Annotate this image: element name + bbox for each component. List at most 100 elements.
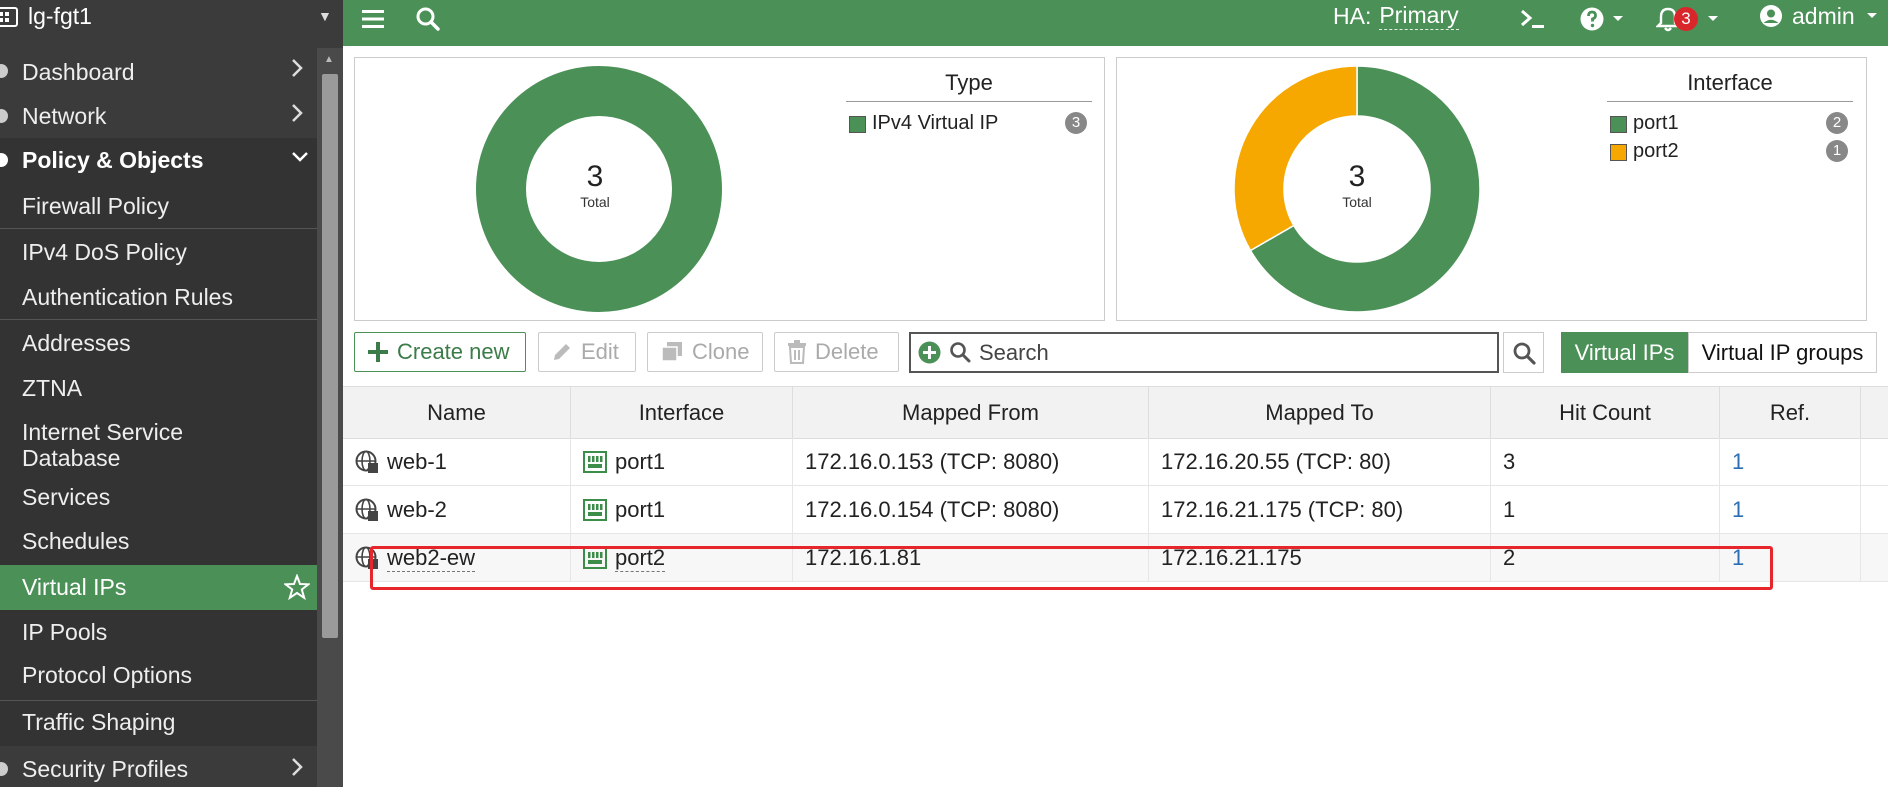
vip-name: web-1 bbox=[387, 449, 447, 474]
sidebar-item-addresses[interactable]: Addresses bbox=[0, 319, 317, 366]
column-header-mapped-to[interactable]: Mapped To bbox=[1149, 387, 1491, 438]
column-header-ref[interactable]: Ref. bbox=[1720, 387, 1861, 438]
cli-console-icon[interactable] bbox=[1520, 3, 1546, 35]
hit-count: 2 bbox=[1491, 534, 1720, 582]
chevron-down-icon[interactable]: ▼ bbox=[318, 8, 332, 24]
port-icon bbox=[583, 547, 607, 569]
search-icon bbox=[949, 341, 971, 363]
sidebar-item-ip-pools[interactable]: IP Pools bbox=[0, 610, 317, 655]
chevron-down-icon bbox=[290, 150, 310, 164]
mapped-from: 172.16.0.153 (TCP: 8080) bbox=[793, 438, 1149, 486]
ha-status[interactable]: HA: Primary bbox=[1333, 0, 1459, 32]
interface-legend: Interface port1 2 port2 1 bbox=[1607, 70, 1853, 166]
sidebar-item-security-profiles[interactable]: Security Profiles bbox=[0, 746, 317, 787]
table-row[interactable]: web-1 port1 172.16.0.153 (TCP: 8080) 172… bbox=[343, 438, 1888, 486]
search-button[interactable] bbox=[1503, 332, 1544, 373]
sidebar-item-firewall-policy[interactable]: Firewall Policy bbox=[0, 183, 317, 228]
legend-swatch bbox=[849, 116, 866, 133]
column-header-mapped-from[interactable]: Mapped From bbox=[793, 387, 1149, 438]
device-selector[interactable]: lg-fgt1 ▼ bbox=[0, 0, 343, 32]
search-input[interactable] bbox=[977, 338, 1481, 368]
mapped-from: 172.16.1.81 bbox=[793, 534, 1149, 582]
user-avatar-icon bbox=[1760, 5, 1782, 27]
network-icon bbox=[0, 109, 8, 123]
tab-virtual-ip-groups[interactable]: Virtual IP groups bbox=[1688, 332, 1877, 373]
device-name: lg-fgt1 bbox=[28, 3, 92, 29]
legend-label: port2 bbox=[1633, 140, 1679, 162]
column-header-hit-count[interactable]: Hit Count bbox=[1491, 387, 1720, 438]
star-icon[interactable] bbox=[284, 574, 310, 600]
ref-link[interactable]: 1 bbox=[1732, 545, 1744, 571]
legend-item[interactable]: port2 1 bbox=[1607, 138, 1853, 166]
column-header-name[interactable]: Name bbox=[343, 387, 571, 438]
table-row[interactable]: web2-ew port2 172.16.1.81 172.16.21.175 … bbox=[343, 534, 1888, 582]
sidebar-item-label: Network bbox=[22, 103, 107, 129]
legend-swatch bbox=[1610, 116, 1627, 133]
sidebar-item-protocol-options[interactable]: Protocol Options bbox=[0, 655, 317, 700]
tab-virtual-ips[interactable]: Virtual IPs bbox=[1561, 332, 1688, 373]
chevron-down-icon bbox=[1866, 13, 1877, 18]
ref-link[interactable]: 1 bbox=[1732, 449, 1744, 475]
sidebar-item-network[interactable]: Network bbox=[0, 95, 317, 138]
sidebar-item-ztna[interactable]: ZTNA bbox=[0, 366, 317, 411]
create-new-label: Create new bbox=[397, 339, 510, 364]
notification-count-badge: 3 bbox=[1674, 7, 1698, 31]
vip-name: web-2 bbox=[387, 497, 447, 522]
chevron-down-icon bbox=[1613, 16, 1623, 21]
port-icon bbox=[583, 499, 607, 521]
sidebar-item-internet-service-database[interactable]: Internet Service Database bbox=[0, 411, 317, 475]
chevron-right-icon bbox=[290, 102, 304, 124]
sidebar-item-label: Virtual IPs bbox=[22, 574, 127, 600]
sidebar-item-label: ZTNA bbox=[22, 375, 83, 401]
legend-item[interactable]: IPv4 Virtual IP 3 bbox=[846, 110, 1092, 138]
donut-center: 3 Total bbox=[1297, 160, 1417, 210]
edit-label: Edit bbox=[581, 339, 619, 364]
sidebar-item-traffic-shaping[interactable]: Traffic Shaping bbox=[0, 700, 317, 746]
sidebar-item-services[interactable]: Services bbox=[0, 475, 317, 520]
ref-link[interactable]: 1 bbox=[1732, 497, 1744, 523]
sidebar-item-dashboard[interactable]: Dashboard bbox=[0, 50, 317, 93]
chevron-right-icon bbox=[290, 756, 304, 778]
clone-button[interactable]: Clone bbox=[647, 332, 763, 372]
notifications-menu[interactable]: 3 bbox=[1656, 3, 1720, 35]
port-icon bbox=[583, 451, 607, 473]
mapped-to: 172.16.21.175 bbox=[1149, 534, 1491, 582]
delete-button[interactable]: Delete bbox=[774, 332, 899, 372]
search-icon[interactable] bbox=[415, 3, 441, 35]
hit-count: 1 bbox=[1491, 486, 1720, 534]
total-count: 3 bbox=[1348, 160, 1366, 193]
sidebar-item-virtual-ips[interactable]: Virtual IPs bbox=[0, 565, 317, 610]
legend-title: Interface bbox=[1607, 70, 1853, 102]
sidebar-item-label: Protocol Options bbox=[22, 662, 193, 688]
search-icon bbox=[1513, 342, 1536, 365]
sidebar-scrollbar[interactable]: ▲ bbox=[317, 48, 343, 787]
scroll-up-icon[interactable]: ▲ bbox=[324, 54, 334, 65]
edit-button[interactable]: Edit bbox=[538, 332, 636, 372]
donut-slice-port2[interactable] bbox=[1233, 65, 1358, 252]
menu-icon[interactable] bbox=[361, 3, 385, 35]
add-filter-icon[interactable] bbox=[918, 341, 941, 364]
sidebar-item-ipv4-dos-policy[interactable]: IPv4 DoS Policy bbox=[0, 228, 317, 274]
table-row[interactable]: web-2 port1 172.16.0.154 (TCP: 8080) 172… bbox=[343, 486, 1888, 534]
help-menu[interactable] bbox=[1579, 3, 1625, 35]
clone-icon bbox=[660, 341, 684, 363]
sidebar-item-policy-objects[interactable]: Policy & Objects bbox=[0, 138, 317, 183]
chevron-down-icon bbox=[1708, 16, 1718, 21]
mapped-from: 172.16.0.154 (TCP: 8080) bbox=[793, 486, 1149, 534]
legend-swatch bbox=[1610, 144, 1627, 161]
mapped-to: 172.16.20.55 (TCP: 80) bbox=[1149, 438, 1491, 486]
scrollbar-thumb[interactable] bbox=[322, 74, 338, 638]
sidebar-item-schedules[interactable]: Schedules bbox=[0, 520, 317, 565]
help-icon bbox=[1580, 7, 1604, 31]
legend-item[interactable]: port1 2 bbox=[1607, 110, 1853, 138]
donut-center: 3 Total bbox=[535, 160, 655, 210]
create-new-button[interactable]: Create new bbox=[354, 332, 526, 372]
user-menu[interactable]: admin bbox=[1759, 0, 1879, 32]
sidebar-item-authentication-rules[interactable]: Authentication Rules bbox=[0, 274, 317, 319]
sidebar-item-label: IP Pools bbox=[22, 619, 108, 645]
search-field[interactable] bbox=[909, 332, 1499, 373]
type-legend: Type IPv4 Virtual IP 3 bbox=[846, 70, 1092, 138]
column-header-interface[interactable]: Interface bbox=[571, 387, 793, 438]
sidebar-item-label: Dashboard bbox=[22, 59, 135, 85]
sidebar-item-label: Internet Service Database bbox=[22, 419, 184, 472]
